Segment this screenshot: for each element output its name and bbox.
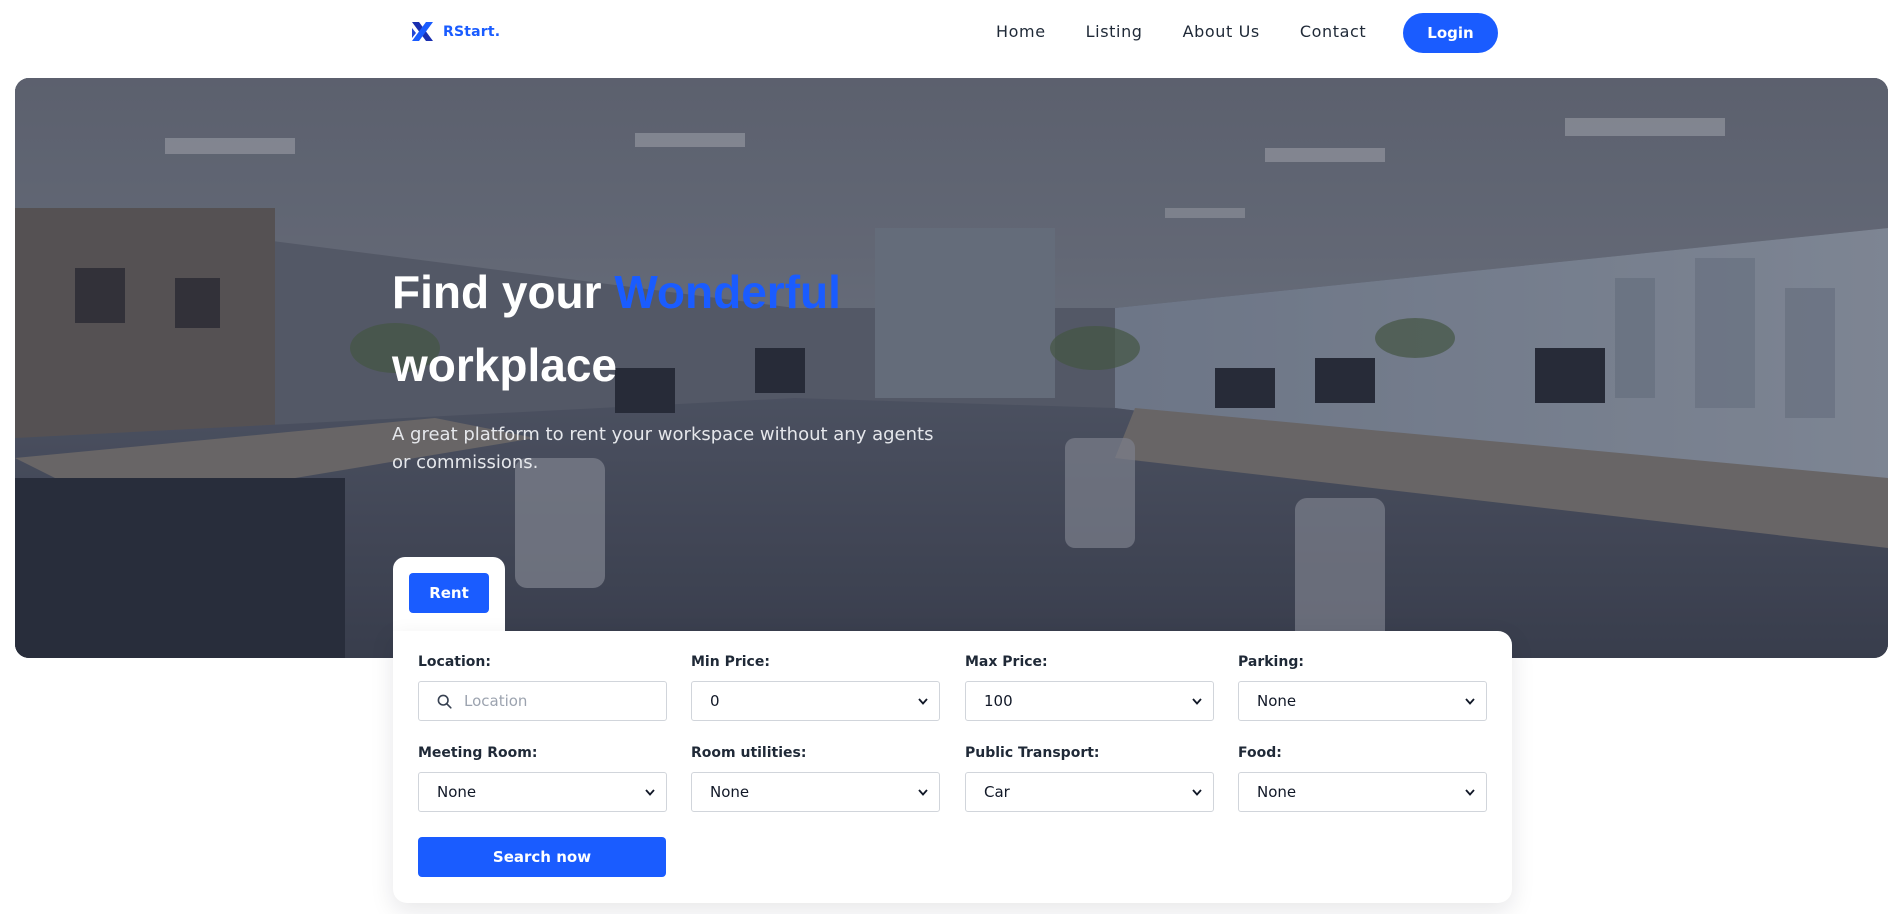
nav-contact-link[interactable]: Contact [1300,20,1366,44]
public-transport-label: Public Transport: [965,745,1100,761]
chevron-down-icon [645,789,655,796]
room-utilities-select[interactable]: None [691,772,940,812]
hero-subtitle: A great platform to rent your workspace … [392,424,934,473]
public-transport-value: Car [984,783,1010,801]
parking-field: Parking: None [1238,653,1487,721]
chevron-down-icon [1465,698,1475,705]
food-select[interactable]: None [1238,772,1487,812]
min-price-field: Min Price: 0 [691,653,940,721]
room-utilities-value: None [710,783,750,801]
brand-logo-icon [412,22,433,41]
search-form: Location: Min Price: 0 Max Price: 100 Pa… [393,631,1512,903]
food-label: Food: [1238,745,1282,761]
chevron-down-icon [1192,698,1202,705]
meeting-room-select[interactable]: None [418,772,667,812]
parking-label: Parking: [1238,654,1304,670]
hero-title: Find your Wonderful workplace [392,266,841,391]
location-label: Location: [418,654,491,670]
search-icon [437,694,452,709]
top-navbar: RStart. Home Listing About Us Contact Lo… [0,0,1901,68]
public-transport-select[interactable]: Car [965,772,1214,812]
max-price-select[interactable]: 100 [965,681,1214,721]
parking-select[interactable]: None [1238,681,1487,721]
food-value: None [1257,783,1297,801]
search-now-button[interactable]: Search now [418,837,666,877]
max-price-field: Max Price: 100 [965,653,1214,721]
max-price-label: Max Price: [965,654,1048,670]
max-price-value: 100 [984,692,1013,710]
parking-value: None [1257,692,1297,710]
min-price-select[interactable]: 0 [691,681,940,721]
brand-logo[interactable]: RStart. [410,19,500,44]
tab-rent[interactable]: Rent [409,573,489,613]
location-field: Location: [418,653,667,721]
nav-home-link[interactable]: Home [996,20,1046,44]
nav-listing-link[interactable]: Listing [1086,20,1143,44]
search-tab-strip: Rent [393,557,505,632]
room-utilities-field: Room utilities: None [691,744,940,812]
main-menu: Home Listing About Us Contact [996,20,1406,44]
chevron-down-icon [918,789,928,796]
location-input-box[interactable] [418,681,667,721]
meeting-room-field: Meeting Room: None [418,744,667,812]
location-input[interactable] [464,692,654,710]
food-field: Food: None [1238,744,1487,812]
chevron-down-icon [1465,789,1475,796]
hero-title-accent: Wonderful [614,266,841,318]
chevron-down-icon [918,698,928,705]
nav-about-link[interactable]: About Us [1183,20,1260,44]
min-price-label: Min Price: [691,654,770,670]
hero-banner: Find your Wonderful workplace A great pla… [15,78,1888,658]
meeting-room-label: Meeting Room: [418,745,538,761]
min-price-value: 0 [710,692,720,710]
login-button[interactable]: Login [1403,13,1498,53]
chevron-down-icon [1192,789,1202,796]
room-utilities-label: Room utilities: [691,745,807,761]
brand-name: RStart. [443,23,501,40]
public-transport-field: Public Transport: Car [965,744,1214,812]
meeting-room-value: None [437,783,477,801]
